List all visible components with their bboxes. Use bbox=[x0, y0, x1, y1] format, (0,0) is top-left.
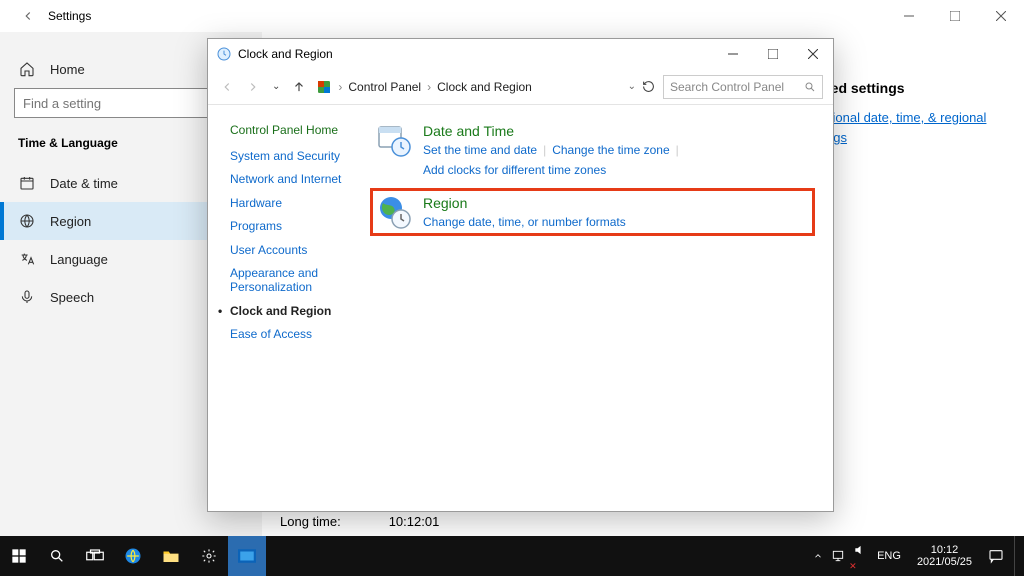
breadcrumb[interactable]: › Control Panel › Clock and Region ⌄ bbox=[316, 79, 655, 95]
tray-chevron-up-icon[interactable] bbox=[813, 551, 823, 561]
cp-sidebar: Control Panel Home System and Security N… bbox=[208, 105, 373, 511]
microphone-icon bbox=[18, 288, 36, 306]
long-time-label: Long time: bbox=[280, 514, 341, 529]
taskbar-app-explorer[interactable] bbox=[152, 536, 190, 576]
taskbar-app-ie[interactable] bbox=[114, 536, 152, 576]
long-time-row: Long time: 10:12:01 bbox=[270, 514, 439, 529]
related-settings-link[interactable]: itional date, time, & regional ngs bbox=[826, 110, 986, 145]
home-icon bbox=[18, 60, 36, 78]
date-time-icon bbox=[377, 123, 411, 157]
cp-side-link-system-security[interactable]: System and Security bbox=[230, 149, 363, 163]
start-button[interactable] bbox=[0, 536, 38, 576]
taskbar-left bbox=[0, 536, 266, 576]
cp-content: Date and Time Set the time and date | Ch… bbox=[373, 105, 833, 511]
cp-item-title[interactable]: Region bbox=[423, 195, 626, 211]
clock-region-icon bbox=[216, 46, 232, 62]
settings-title: Settings bbox=[48, 9, 91, 23]
cp-side-link-hardware[interactable]: Hardware bbox=[230, 196, 363, 210]
sidebar-item-label: Home bbox=[50, 62, 85, 77]
task-view-button[interactable] bbox=[76, 536, 114, 576]
breadcrumb-link[interactable]: Clock and Region bbox=[437, 80, 532, 94]
cp-item-region: Region Change date, time, or number form… bbox=[370, 188, 815, 236]
volume-icon[interactable]: ✕ bbox=[853, 543, 867, 569]
system-tray[interactable]: ✕ bbox=[813, 543, 867, 569]
cp-search-placeholder: Search Control Panel bbox=[670, 80, 784, 94]
cp-side-link-clock-region[interactable]: Clock and Region bbox=[230, 304, 363, 318]
link-change-time-zone[interactable]: Change the time zone bbox=[552, 143, 669, 157]
taskbar-date: 2021/05/25 bbox=[917, 556, 972, 568]
link-change-formats[interactable]: Change date, time, or number formats bbox=[423, 215, 626, 229]
cp-item-title[interactable]: Date and Time bbox=[423, 123, 815, 139]
input-language[interactable]: ENG bbox=[877, 550, 901, 562]
control-panel-shield-icon bbox=[316, 79, 332, 95]
cp-side-link-user-accounts[interactable]: User Accounts bbox=[230, 243, 363, 257]
sidebar-item-label: Region bbox=[50, 214, 91, 229]
long-time-value: 10:12:01 bbox=[389, 514, 440, 529]
cp-side-link-network-internet[interactable]: Network and Internet bbox=[230, 172, 363, 186]
close-button[interactable] bbox=[793, 39, 833, 69]
cp-item-links: Change date, time, or number formats bbox=[423, 215, 626, 229]
breadcrumb-dropdown-icon[interactable]: ⌄ bbox=[628, 81, 636, 92]
close-button[interactable] bbox=[978, 0, 1024, 32]
action-center-button[interactable] bbox=[988, 548, 1004, 564]
sidebar-item-label: Date & time bbox=[50, 176, 118, 191]
sidebar-item-label: Speech bbox=[50, 290, 94, 305]
network-icon[interactable] bbox=[831, 549, 845, 563]
cp-title: Clock and Region bbox=[238, 47, 333, 61]
region-icon bbox=[377, 195, 411, 229]
taskbar-app-settings[interactable] bbox=[190, 536, 228, 576]
back-button[interactable] bbox=[12, 0, 44, 32]
taskbar-clock[interactable]: 10:12 2021/05/25 bbox=[911, 544, 978, 568]
taskbar-app-control-panel[interactable] bbox=[228, 536, 266, 576]
search-icon bbox=[804, 81, 816, 93]
minimize-button[interactable] bbox=[886, 0, 932, 32]
maximize-button[interactable] bbox=[932, 0, 978, 32]
nav-up-button[interactable] bbox=[290, 78, 308, 96]
cp-item-links: Set the time and date | Change the time … bbox=[423, 143, 815, 177]
calendar-clock-icon bbox=[18, 174, 36, 192]
link-set-time-date[interactable]: Set the time and date bbox=[423, 143, 537, 157]
cp-titlebar: Clock and Region bbox=[208, 39, 833, 69]
minimize-button[interactable] bbox=[713, 39, 753, 69]
taskbar-right: ✕ ENG 10:12 2021/05/25 bbox=[813, 536, 1024, 576]
cp-side-link-appearance[interactable]: Appearance and Personalization bbox=[230, 266, 363, 295]
refresh-button[interactable] bbox=[642, 80, 655, 93]
cp-side-link-ease-of-access[interactable]: Ease of Access bbox=[230, 327, 363, 341]
nav-recent-dropdown[interactable]: ⌄ bbox=[270, 79, 282, 94]
cp-item-date-time: Date and Time Set the time and date | Ch… bbox=[377, 123, 815, 177]
maximize-button[interactable] bbox=[753, 39, 793, 69]
related-settings-heading: ted settings bbox=[826, 80, 996, 96]
control-panel-window: Clock and Region ⌄ › Control Panel › Clo… bbox=[207, 38, 834, 512]
cp-search-box[interactable]: Search Control Panel bbox=[663, 75, 823, 99]
settings-window-controls bbox=[886, 0, 1024, 32]
cp-window-controls bbox=[713, 39, 833, 69]
globe-icon bbox=[18, 212, 36, 230]
taskbar: ✕ ENG 10:12 2021/05/25 bbox=[0, 536, 1024, 576]
settings-titlebar: Settings bbox=[0, 0, 1024, 32]
show-desktop-button[interactable] bbox=[1014, 536, 1020, 576]
language-icon bbox=[18, 250, 36, 268]
cp-navbar: ⌄ › Control Panel › Clock and Region ⌄ S… bbox=[208, 69, 833, 105]
cp-body: Control Panel Home System and Security N… bbox=[208, 105, 833, 511]
nav-forward-button[interactable] bbox=[244, 78, 262, 96]
nav-back-button[interactable] bbox=[218, 78, 236, 96]
cp-side-link-programs[interactable]: Programs bbox=[230, 219, 363, 233]
taskbar-time: 10:12 bbox=[917, 544, 972, 556]
search-button[interactable] bbox=[38, 536, 76, 576]
sidebar-item-label: Language bbox=[50, 252, 108, 267]
cp-side-home[interactable]: Control Panel Home bbox=[230, 123, 363, 137]
link-add-clocks[interactable]: Add clocks for different time zones bbox=[423, 163, 606, 177]
breadcrumb-link[interactable]: Control Panel bbox=[348, 80, 421, 94]
